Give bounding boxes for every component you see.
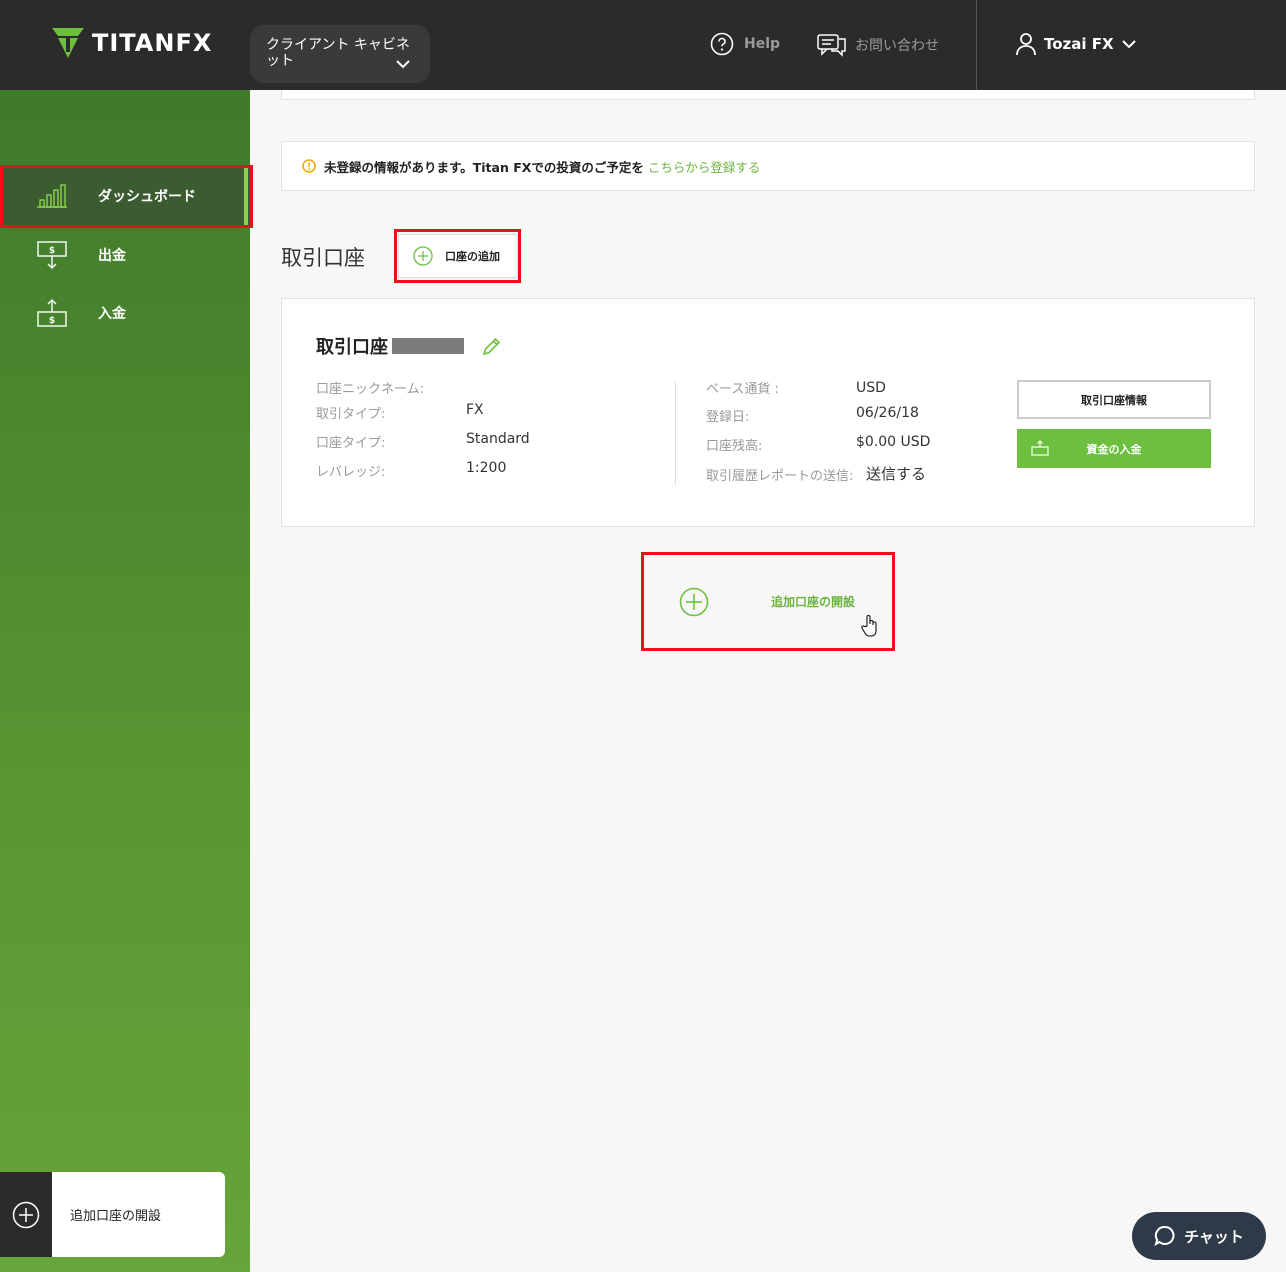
account-card: 取引口座 口座ニックネーム: 取引タイプ: FX 口座タイプ: Standard… xyxy=(281,298,1255,527)
section-title: 取引口座 xyxy=(281,246,365,270)
chevron-down-icon xyxy=(1121,40,1136,49)
svg-text:$: $ xyxy=(49,316,55,326)
chat-button[interactable]: チャット xyxy=(1132,1212,1266,1260)
logo[interactable]: TITANFX xyxy=(50,26,212,60)
chat-label: チャット xyxy=(1184,1227,1244,1246)
sidebar-open-account-button[interactable]: 追加口座の開設 xyxy=(0,1172,225,1257)
field-label-account-type: 口座タイプ: xyxy=(316,436,386,451)
field-label-trade-type: 取引タイプ: xyxy=(316,407,386,422)
field-value-base-currency: USD xyxy=(856,380,886,396)
logo-text: TITANFX xyxy=(92,29,213,57)
plus-circle-icon xyxy=(0,1172,52,1257)
field-value-balance: $0.00 USD xyxy=(856,434,931,450)
deposit-icon xyxy=(1031,440,1049,456)
sidebar-cta-label: 追加口座の開設 xyxy=(70,1209,162,1224)
chat-bubble-icon xyxy=(1154,1226,1175,1247)
deposit-funds-button[interactable]: 資金の入金 xyxy=(1017,429,1211,468)
highlight-box-dashboard xyxy=(0,165,253,228)
user-name: Tozai FX xyxy=(1044,35,1114,53)
titan-shield-icon xyxy=(52,28,84,58)
contact-label: お問い合わせ xyxy=(855,38,939,54)
card-divider xyxy=(675,381,676,485)
deposit-funds-label: 資金の入金 xyxy=(1086,442,1142,456)
user-menu[interactable]: Tozai FX xyxy=(1016,32,1136,56)
field-label-base-currency: ベース通貨 : xyxy=(706,382,779,397)
field-value-trade-type: FX xyxy=(466,402,484,418)
help-icon xyxy=(710,32,734,56)
field-label-nickname: 口座ニックネーム: xyxy=(316,382,424,397)
highlight-box-open-account xyxy=(641,552,895,651)
account-info-button[interactable]: 取引口座情報 xyxy=(1017,380,1211,419)
redacted-account-number xyxy=(392,338,464,354)
sidebar: ダッシュボード $ 出金 $ 入金 xyxy=(0,90,250,1272)
account-title-text: 取引口座 xyxy=(316,337,388,358)
header-divider xyxy=(976,0,977,90)
deposit-icon: $ xyxy=(37,299,67,327)
user-icon xyxy=(1016,33,1036,56)
sidebar-item-withdraw[interactable]: $ 出金 xyxy=(0,226,250,284)
highlight-box-add-account xyxy=(394,229,521,283)
client-cabinet-dropdown[interactable]: クライアント キャビネット xyxy=(250,25,430,83)
help-label: Help xyxy=(744,36,781,52)
field-value-registered: 06/26/18 xyxy=(856,405,919,421)
field-label-registered: 登録日: xyxy=(706,410,750,425)
warning-icon xyxy=(302,159,316,173)
notice-text: 未登録の情報があります。Titan FXでの投資のご予定を xyxy=(324,159,644,175)
field-label-balance: 口座残高: xyxy=(706,439,763,454)
field-value-account-type: Standard xyxy=(466,431,530,447)
chat-bubbles-icon xyxy=(817,34,846,57)
sidebar-item-label: 入金 xyxy=(98,306,126,322)
pencil-icon[interactable] xyxy=(482,336,502,356)
withdraw-icon: $ xyxy=(37,241,67,269)
chevron-down-icon xyxy=(396,60,410,69)
client-cabinet-label: クライアント キャビネット xyxy=(266,37,410,69)
field-value-report: 送信する xyxy=(866,465,927,483)
field-label-leverage: レバレッジ: xyxy=(316,465,386,480)
field-label-report: 取引履歴レポートの送信: xyxy=(706,469,854,484)
contact-link[interactable]: お問い合わせ xyxy=(817,32,939,58)
sidebar-item-deposit[interactable]: $ 入金 xyxy=(0,284,250,342)
notice-register-link[interactable]: こちらから登録する xyxy=(648,157,761,176)
field-value-leverage: 1:200 xyxy=(466,460,507,476)
help-link[interactable]: Help xyxy=(710,32,780,56)
notice-banner: 未登録の情報があります。Titan FXでの投資のご予定を こちらから登録する xyxy=(281,141,1255,191)
top-bar: TITANFX クライアント キャビネット Help お問い合わせ Tozai … xyxy=(0,0,1286,90)
sidebar-item-label: 出金 xyxy=(98,248,126,264)
top-panel-edge xyxy=(281,90,1255,100)
account-card-title: 取引口座 xyxy=(316,333,502,359)
svg-text:$: $ xyxy=(49,246,55,256)
